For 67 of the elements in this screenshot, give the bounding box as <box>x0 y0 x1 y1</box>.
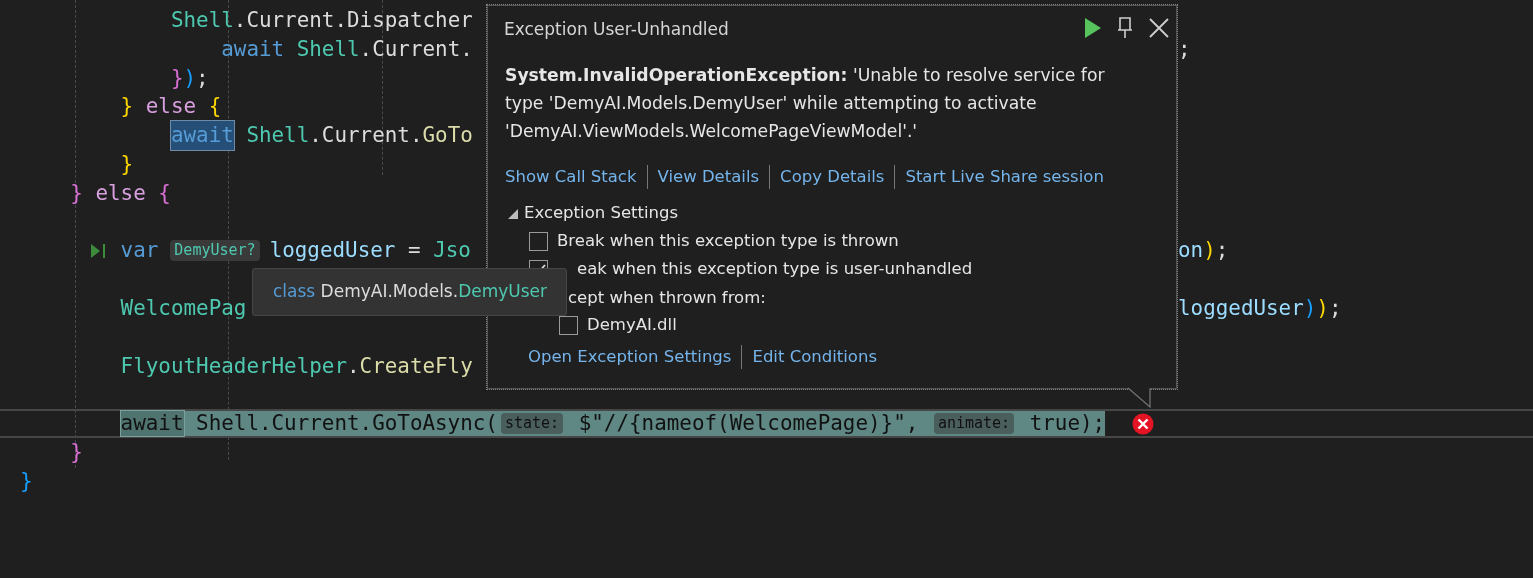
code-text: . <box>347 352 360 380</box>
checkbox-label: Break when this exception type is thrown <box>557 230 899 253</box>
type-name: WelcomePag <box>120 294 247 322</box>
method-name: GoTo <box>422 122 473 150</box>
code-text: ; <box>196 64 209 92</box>
variable-name: loggedUser <box>269 237 396 265</box>
checkbox[interactable] <box>559 316 578 335</box>
brace: } <box>170 64 184 92</box>
code-text: $"//{nameof(WelcomePage)}", <box>577 411 920 436</box>
keyword: await <box>120 411 184 436</box>
checkbox[interactable] <box>529 232 548 251</box>
exception-message: System.InvalidOperationException: 'Unable to resolve service for type 'DemyAI.Models.DemyUser' while attempting to activate 'DemyAI.ViewModels.WelcomePageViewModel'.' <box>504 63 1106 143</box>
code-text: .Current. <box>359 35 473 63</box>
popup-link[interactable]: Copy Details <box>780 164 885 190</box>
type-name: Jso <box>433 237 471 265</box>
popup-link[interactable]: Edit Conditions <box>752 344 877 370</box>
checkbox-label: eak when this exception type is user-unhandled <box>577 258 973 281</box>
keyword: else <box>94 179 147 207</box>
popup-link[interactable]: Show Call Stack <box>505 164 637 190</box>
expander-icon[interactable] <box>508 208 518 219</box>
code-text: ; <box>1215 237 1229 265</box>
run-to-cursor-icon[interactable] <box>90 243 106 260</box>
inlay-hint: DemyUser? <box>170 240 260 262</box>
keyword: else <box>144 93 198 121</box>
option-label: cept when thrown from: <box>568 286 767 309</box>
code-text: true); <box>1028 411 1106 436</box>
brace: } <box>70 438 83 466</box>
brace: ) <box>1303 294 1317 322</box>
code-text: ; <box>1178 35 1191 63</box>
method-name: CreateFly <box>359 352 473 380</box>
brace: } <box>120 93 134 121</box>
section-label: Exception Settings <box>524 202 679 225</box>
brace: } <box>120 151 134 178</box>
type-name: FlyoutHeaderHelper <box>120 352 347 380</box>
code-text: .Current. <box>309 122 423 150</box>
continue-icon[interactable] <box>1082 16 1102 39</box>
code-text: = <box>406 237 422 265</box>
pin-icon[interactable] <box>1116 16 1134 39</box>
type-name: DemyUser <box>458 280 548 304</box>
keyword: class <box>273 280 316 304</box>
popup-link[interactable]: View Details <box>657 164 760 190</box>
code-text: Shell.Current.GoToAsync( <box>195 411 498 436</box>
variable-name: on <box>1178 237 1204 265</box>
brace: { <box>158 179 171 207</box>
brace: } <box>70 179 83 207</box>
type-name: Shell <box>170 7 234 34</box>
variable-name: loggedUser <box>1178 294 1304 322</box>
brace: ) <box>1203 237 1216 265</box>
brace: ) <box>183 64 197 92</box>
brace: } <box>20 467 33 495</box>
inlay-hint: animate: <box>933 413 1015 435</box>
keyword: await <box>221 35 286 63</box>
close-icon[interactable] <box>1148 16 1170 39</box>
popup-link[interactable]: Start Live Share session <box>905 164 1104 190</box>
type-name: Shell <box>245 122 310 150</box>
type-name: Shell <box>296 35 360 63</box>
inlay-hint: state: <box>500 413 564 435</box>
brace: { <box>208 93 222 121</box>
code-text: .Current.Dispatcher <box>233 7 473 34</box>
checkbox-label: DemyAI.dll <box>587 314 677 337</box>
popup-link[interactable]: Open Exception Settings <box>528 344 732 370</box>
popup-title: Exception User-Unhandled <box>503 18 729 41</box>
keyword: var <box>120 237 159 265</box>
code-text: ; <box>1328 294 1342 322</box>
code-text: DemyAI.Models. <box>319 280 459 304</box>
brace: ) <box>1316 294 1329 322</box>
keyword: await <box>170 121 234 150</box>
